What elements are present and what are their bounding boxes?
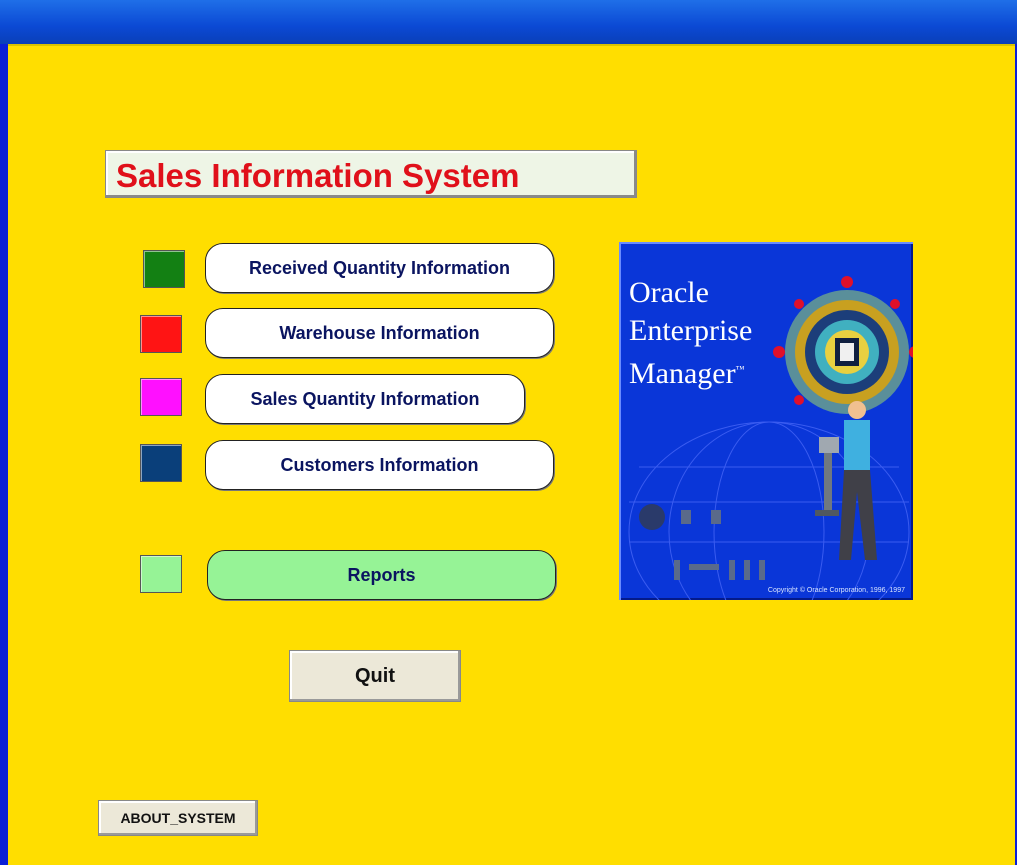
customers-swatch <box>140 444 182 482</box>
oem-line-oracle: Oracle <box>629 276 709 309</box>
trademark-symbol: ™ <box>735 364 745 374</box>
reports-button[interactable]: Reports <box>207 550 556 600</box>
title-bar-divider <box>8 44 1015 46</box>
oem-line-enterprise: Enterprise <box>629 314 753 347</box>
app-title: Sales Information System <box>116 157 520 194</box>
app-title-panel: Sales Information System <box>105 150 637 198</box>
warehouse-button[interactable]: Warehouse Information <box>205 308 554 358</box>
about-system-button[interactable]: ABOUT_SYSTEM <box>98 800 258 836</box>
oracle-enterprise-manager-logo: Oracle Enterprise Manager™ Copyright © O… <box>619 242 913 600</box>
oem-copyright: Copyright © Oracle Corporation, 1996, 19… <box>767 587 905 594</box>
window-title-bar[interactable] <box>0 0 1017 44</box>
warehouse-swatch <box>140 315 182 353</box>
sales-quantity-swatch <box>140 378 182 416</box>
customers-button[interactable]: Customers Information <box>205 440 554 490</box>
oem-logo-text: Oracle Enterprise Manager™ <box>629 274 752 393</box>
sales-quantity-button[interactable]: Sales Quantity Information <box>205 374 525 424</box>
received-quantity-swatch <box>143 250 185 288</box>
main-window: Sales Information System Received Quanti… <box>0 0 1017 865</box>
oem-line-manager: Manager <box>629 357 736 390</box>
reports-swatch <box>140 555 182 593</box>
received-quantity-button[interactable]: Received Quantity Information <box>205 243 554 293</box>
quit-button[interactable]: Quit <box>289 650 461 702</box>
